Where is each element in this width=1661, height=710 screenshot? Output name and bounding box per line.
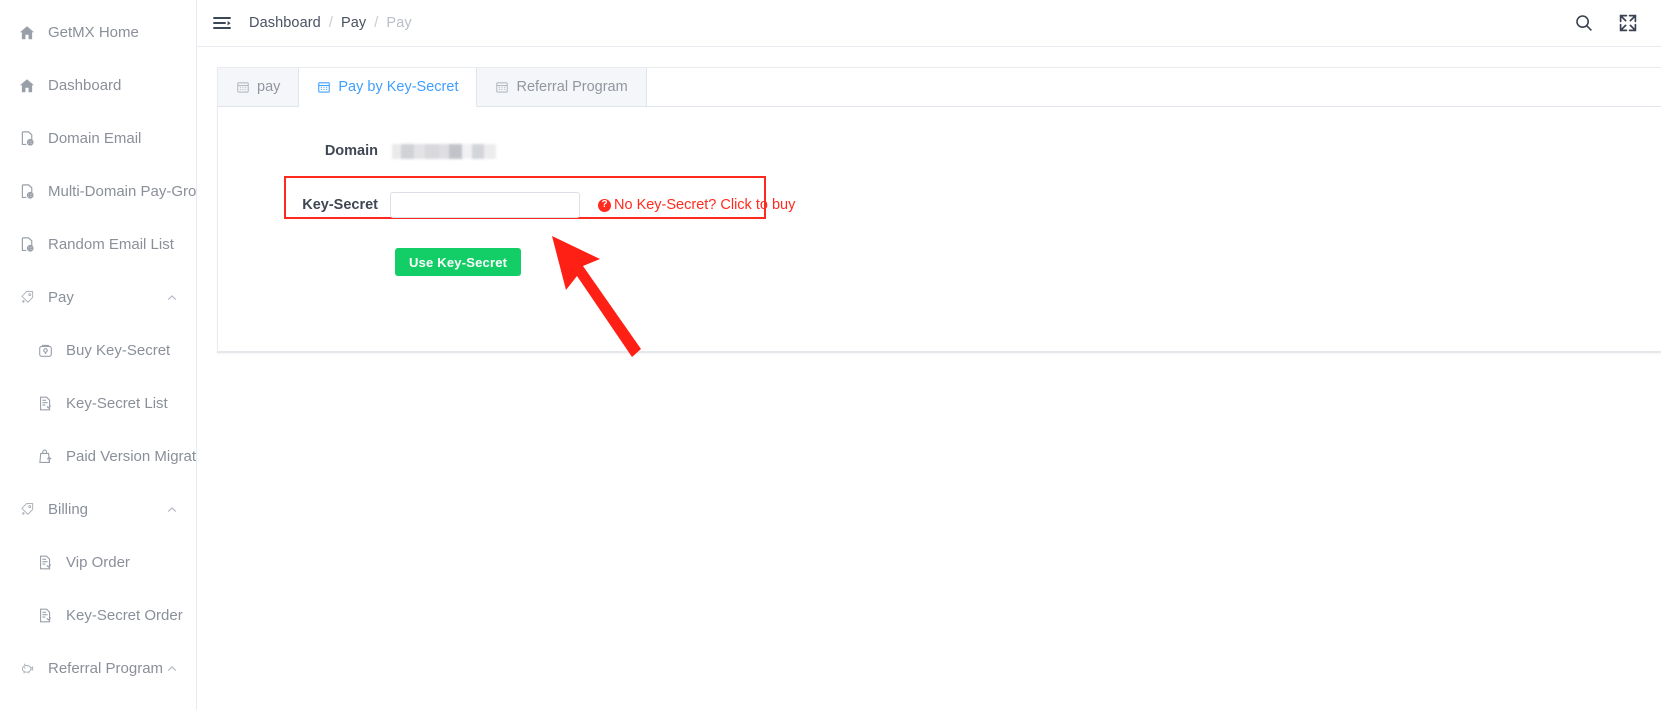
tab-bar: pay Pay by Key-Secret Referral Program bbox=[218, 68, 1661, 107]
key-secret-label: Key-Secret bbox=[302, 197, 378, 213]
sidebar-item-label: Key-Secret Order bbox=[66, 607, 183, 624]
sidebar-item-label: Multi-Domain Pay-Group bbox=[48, 183, 197, 200]
buy-key-secret-link[interactable]: ? No Key-Secret? Click to buy bbox=[598, 197, 795, 213]
key-secret-highlight-zone: Key-Secret ? No Key-Secret? Click to buy bbox=[218, 176, 1661, 225]
content-area: pay Pay by Key-Secret Referral Program D… bbox=[197, 47, 1661, 710]
buy-key-secret-link-label: No Key-Secret? Click to buy bbox=[614, 197, 796, 213]
question-circle-icon: ? bbox=[598, 198, 611, 212]
globe-doc-icon bbox=[18, 236, 36, 254]
home-icon bbox=[18, 77, 36, 95]
calendar-icon bbox=[236, 80, 250, 94]
tab-label: pay bbox=[257, 79, 281, 95]
sidebar-item-key-secret-list[interactable]: Key-Secret List bbox=[0, 377, 196, 430]
tab-label: Referral Program bbox=[516, 79, 628, 95]
sidebar-item-dashboard[interactable]: Dashboard bbox=[0, 59, 196, 112]
upload-bag-icon bbox=[36, 448, 54, 466]
sidebar-group-referral-program[interactable]: Referral Program bbox=[0, 642, 196, 695]
breadcrumb-item-current: Pay bbox=[386, 15, 412, 31]
breadcrumb-item-pay[interactable]: Pay bbox=[341, 15, 366, 31]
doc-list-icon bbox=[36, 554, 54, 572]
doc-list-icon bbox=[36, 395, 54, 413]
tab-pay[interactable]: pay bbox=[218, 68, 300, 106]
sidebar-item-label: Paid Version Migration bbox=[66, 448, 197, 465]
home-icon bbox=[18, 24, 36, 42]
chevron-up-icon bbox=[166, 292, 178, 304]
tab-label: Pay by Key-Secret bbox=[338, 79, 459, 95]
domain-value-redacted bbox=[392, 143, 496, 159]
key-box-icon bbox=[36, 342, 54, 360]
sidebar-item-label: Referral Program bbox=[48, 660, 164, 677]
sidebar-item-random-email-list[interactable]: Random Email List bbox=[0, 218, 196, 271]
chevron-up-icon bbox=[166, 504, 178, 516]
chevron-up-icon bbox=[166, 663, 178, 675]
breadcrumb: Dashboard / Pay / Pay bbox=[249, 15, 412, 31]
sidebar-item-label: Dashboard bbox=[48, 77, 122, 94]
sidebar-item-getmx-home[interactable]: GetMX Home bbox=[0, 6, 196, 59]
sidebar-item-label: GetMX Home bbox=[48, 24, 139, 41]
globe-doc-icon bbox=[18, 130, 36, 148]
breadcrumb-separator: / bbox=[328, 15, 333, 31]
sidebar-item-vip-order[interactable]: Vip Order bbox=[0, 536, 196, 589]
domain-label: Domain bbox=[324, 143, 378, 159]
key-secret-row: Key-Secret ? No Key-Secret? Click to buy bbox=[218, 185, 1661, 225]
piggy-bank-icon bbox=[18, 660, 36, 678]
tag-plus-icon bbox=[18, 501, 36, 519]
sidebar-item-label: Key-Secret List bbox=[66, 395, 168, 412]
sidebar-item-label: Domain Email bbox=[48, 130, 142, 147]
use-key-secret-button[interactable]: Use Key-Secret bbox=[395, 248, 522, 276]
tab-pay-by-key-secret[interactable]: Pay by Key-Secret bbox=[299, 68, 478, 107]
app-root: GetMX Home Dashboard Domain Email Multi-… bbox=[0, 0, 1661, 710]
submit-row: Use Key-Secret bbox=[218, 242, 1661, 282]
pay-card: pay Pay by Key-Secret Referral Program D… bbox=[217, 67, 1661, 353]
search-icon[interactable] bbox=[1571, 10, 1597, 36]
sidebar-item-multi-domain-pay-group[interactable]: Multi-Domain Pay-Group bbox=[0, 165, 196, 218]
globe-doc-icon bbox=[18, 183, 36, 201]
sidebar-item-label: Random Email List bbox=[48, 236, 174, 253]
breadcrumb-separator: / bbox=[374, 15, 379, 31]
domain-row: Domain bbox=[218, 131, 1661, 171]
sidebar-item-domain-email[interactable]: Domain Email bbox=[0, 112, 196, 165]
sidebar-group-pay[interactable]: Pay bbox=[0, 271, 196, 324]
topbar: Dashboard / Pay / Pay bbox=[197, 0, 1661, 47]
hamburger-collapse-icon[interactable] bbox=[211, 12, 233, 34]
key-secret-input[interactable] bbox=[390, 192, 580, 218]
calendar-icon bbox=[317, 80, 331, 94]
sidebar-item-paid-version-migration[interactable]: Paid Version Migration bbox=[0, 430, 196, 483]
sidebar-item-buy-key-secret[interactable]: Buy Key-Secret bbox=[0, 324, 196, 377]
doc-list-icon bbox=[36, 607, 54, 625]
sidebar-item-label: Vip Order bbox=[66, 554, 130, 571]
sidebar: GetMX Home Dashboard Domain Email Multi-… bbox=[0, 0, 197, 710]
fullscreen-icon[interactable] bbox=[1615, 10, 1641, 36]
tag-plus-icon bbox=[18, 289, 36, 307]
sidebar-item-label: Buy Key-Secret bbox=[66, 342, 171, 359]
pay-by-key-secret-form: Domain Key-Secret ? No Key-Secret? Click… bbox=[218, 107, 1661, 353]
sidebar-item-key-secret-order[interactable]: Key-Secret Order bbox=[0, 589, 196, 642]
calendar-icon bbox=[495, 80, 509, 94]
sidebar-group-billing[interactable]: Billing bbox=[0, 483, 196, 536]
tab-referral-program[interactable]: Referral Program bbox=[477, 68, 647, 106]
sidebar-item-label: Billing bbox=[48, 501, 89, 518]
breadcrumb-item-dashboard[interactable]: Dashboard bbox=[249, 15, 321, 31]
sidebar-item-label: Pay bbox=[48, 289, 74, 306]
main-area: Dashboard / Pay / Pay pay Pay by Key-Sec… bbox=[197, 0, 1661, 710]
